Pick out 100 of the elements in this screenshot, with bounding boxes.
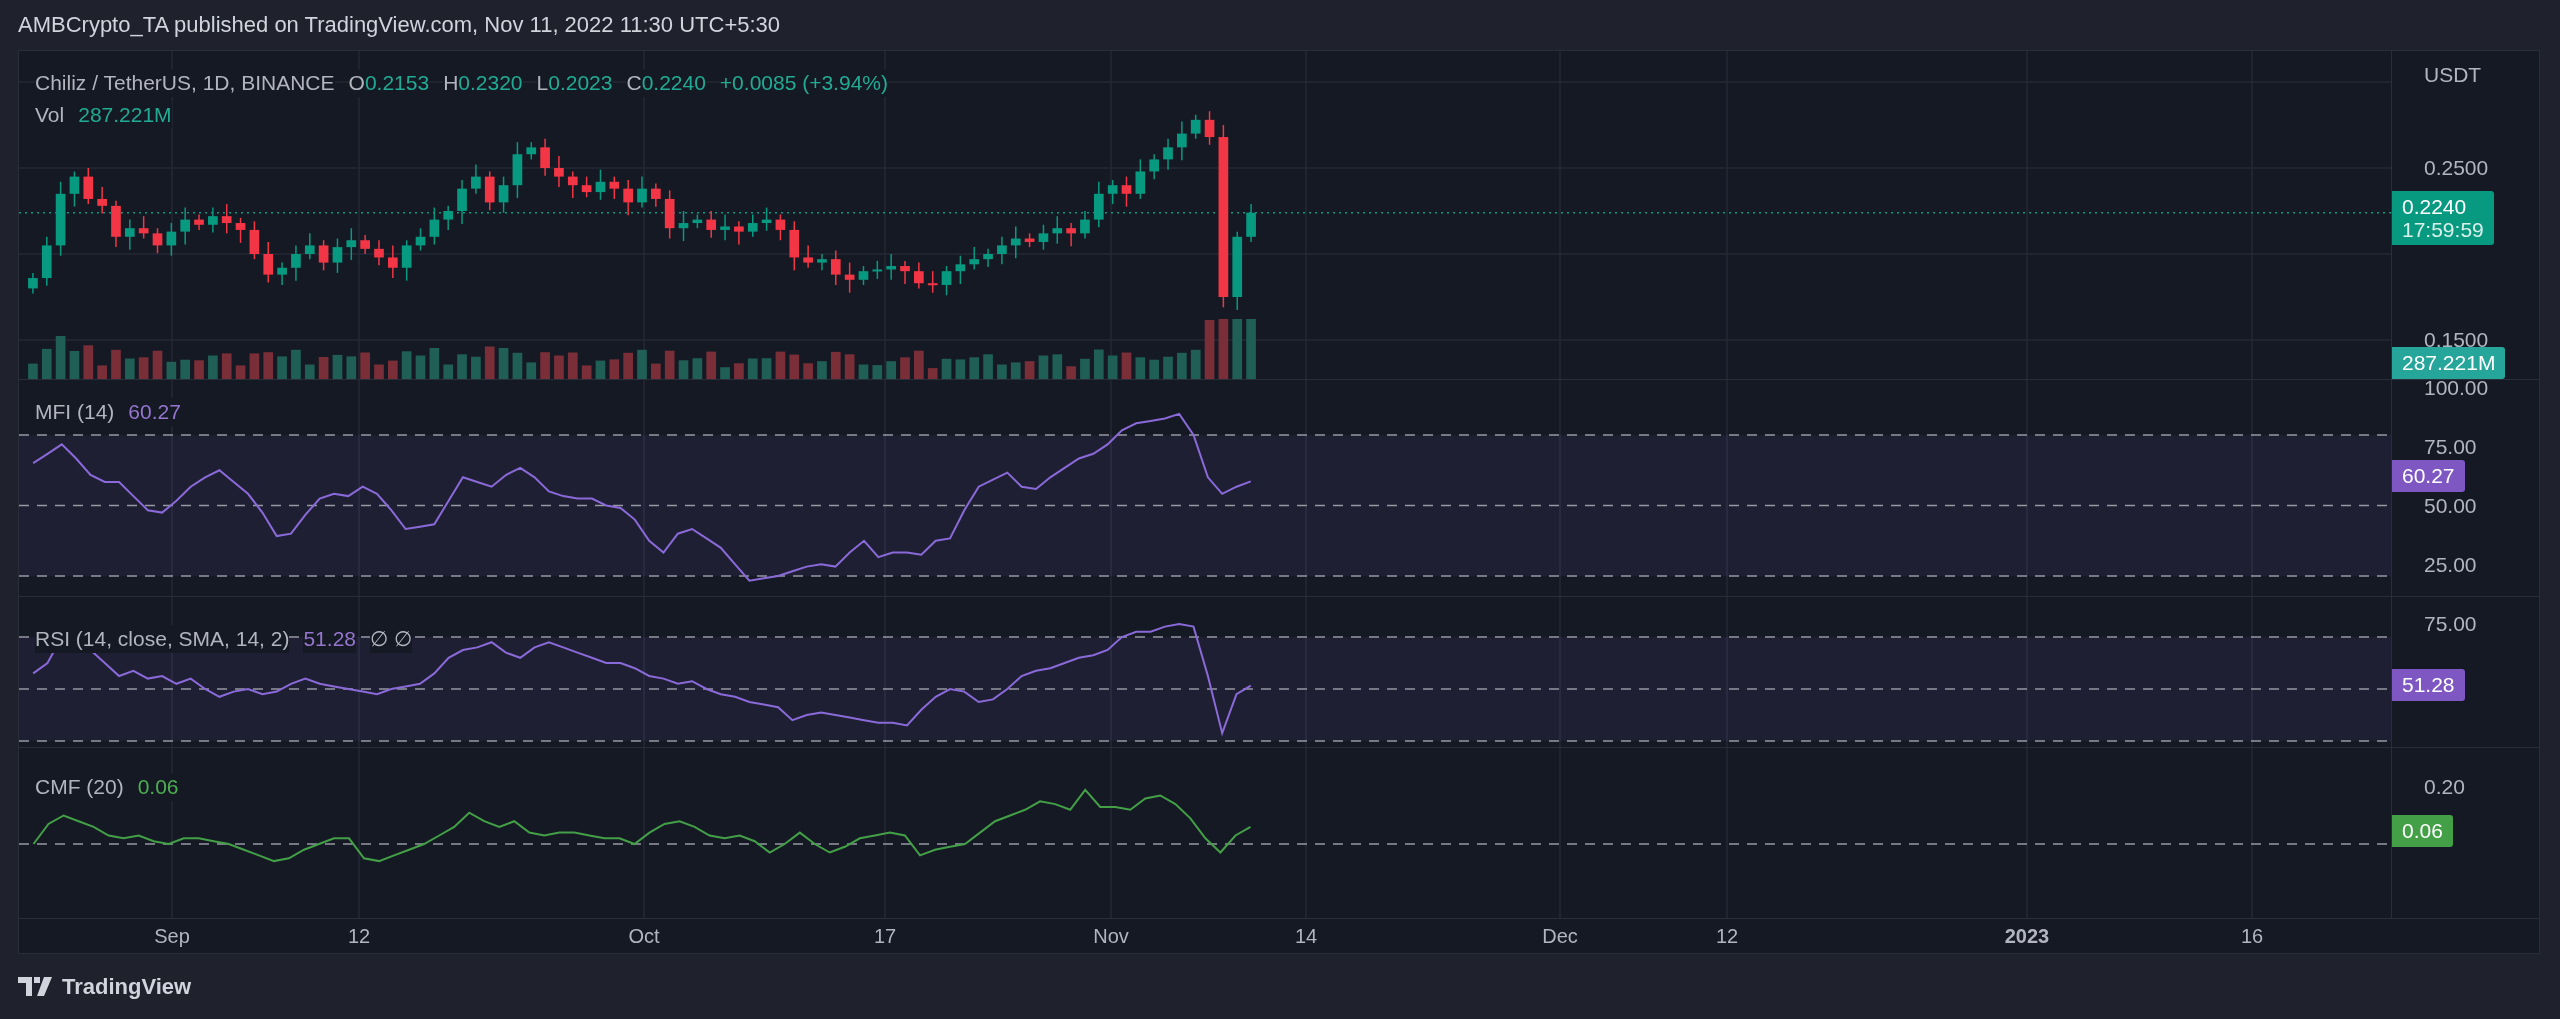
candlestick [997,236,1007,266]
date-label: Oct [628,925,660,948]
candlestick [1190,113,1201,140]
ohlc-label: L [536,70,549,96]
brand-name: TradingView [62,973,192,1000]
candlestick [706,210,717,239]
candlestick [1024,232,1035,248]
candlestick [249,220,260,260]
candlestick [872,260,883,280]
candlestick [152,227,163,254]
date-label: Sep [154,925,190,948]
indicator-value: 60.27 [128,398,181,426]
value-badge: 0.06 [2392,815,2453,847]
candlestick [125,218,135,251]
candlestick [235,217,246,244]
candlestick [526,141,537,161]
candlestick [761,206,772,232]
ohlc-label: H [443,70,459,96]
candlestick [914,261,924,290]
candlestick [318,239,329,272]
candlestick [111,199,121,248]
candlestick [900,260,910,285]
candlestick [540,138,550,177]
date-label: 17 [873,925,897,948]
candlestick [955,254,966,285]
candlestick [775,213,786,241]
candlestick [471,163,481,195]
date-label: Dec [1542,925,1578,948]
candlestick [567,170,578,199]
candlestick [346,227,357,261]
candlestick [1080,210,1090,240]
candlestick [1149,153,1159,180]
candlestick [41,236,52,287]
date-label: 12 [347,925,371,948]
indicator-value: 0.06 [137,773,179,801]
candlestick [415,227,426,252]
date-label: 14 [1294,925,1318,948]
axis-tick: 100.00 [2424,376,2489,400]
candlestick [221,203,232,235]
axis-tick: 25.00 [2424,553,2477,577]
candlestick [83,167,94,205]
candlestick [484,170,495,211]
candlestick [180,206,191,246]
candlestick [1010,225,1021,260]
candlestick [69,170,80,208]
price-badge: 0.2240 17:59:59 [2392,191,2494,245]
candlestick [512,141,523,199]
candlestick [332,237,343,274]
ohlc-label: C [626,70,642,96]
candlestick [830,249,841,286]
ohlc-value: 0.2240 [641,70,706,96]
candlestick [138,215,149,240]
candlestick [734,220,744,246]
candlestick [388,244,398,279]
candlestick [623,179,633,217]
candlestick [277,261,287,286]
candlestick [1052,215,1063,245]
candlestick [208,206,218,234]
axis-tick: 75.00 [2424,612,2477,636]
date-label: 2023 [2004,925,2050,948]
candlestick [97,186,107,215]
candlestick [858,265,869,286]
candlestick [429,206,440,246]
candlestick [1204,110,1215,146]
ohlc-value: 0.2320 [458,70,523,96]
indicator-title: RSI (14, close, SMA, 14, 2) [35,625,290,653]
axis-tick: 50.00 [2424,494,2477,518]
candlestick [374,239,384,266]
candlestick [651,182,661,208]
candlestick [304,232,315,260]
candlestick [817,253,827,272]
candlestick [1038,224,1049,251]
candlestick [969,246,980,271]
ohlc-value: 0.2023 [548,70,613,96]
candlestick [457,179,467,225]
candlestick [581,175,592,198]
axis-tick: 0.20 [2424,775,2465,799]
currency-label: USDT [2424,63,2482,87]
date-label: Nov [1093,925,1129,948]
value-badge: 51.28 [2392,669,2465,701]
candlestick [1121,175,1132,208]
candlestick [443,205,454,231]
candlestick [609,175,620,200]
candlestick [803,244,813,269]
date-label: 12 [1715,925,1739,948]
candlestick [1177,120,1187,161]
candlestick [941,265,952,297]
candlestick [263,241,274,284]
axis-tick: 0.2500 [2424,156,2489,180]
candlestick [1066,222,1076,247]
logo-icon [18,976,54,997]
candlestick [291,244,301,282]
candlestick [983,248,993,268]
candlestick [664,189,675,240]
ohlc-value: 0.2153 [364,70,430,96]
candlestick [1107,179,1118,205]
price-change: +0.0085 (+3.94%) [719,69,888,97]
candlestick [1246,203,1256,243]
candlestick [1093,181,1104,229]
candlestick [927,270,938,294]
